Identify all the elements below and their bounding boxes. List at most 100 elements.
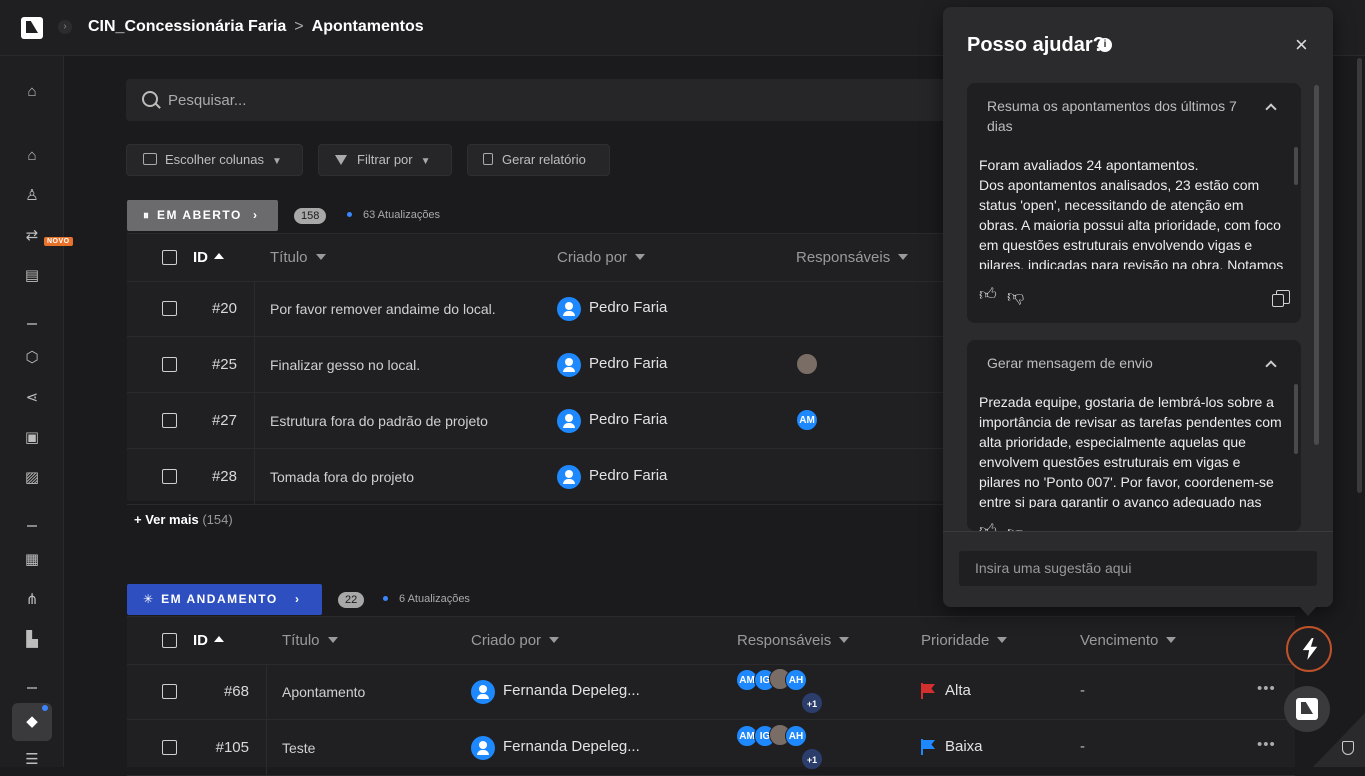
select-all-checkbox[interactable] [162,633,177,648]
choose-columns-button[interactable]: Escolher colunas ▼ [126,144,303,176]
user-avatar-icon [557,465,581,489]
exit-door-icon[interactable]: ⌂ [22,82,42,102]
assistant-title: Posso ajudar? [967,34,1105,56]
thumbs-up-icon[interactable]: 👍︎ [979,522,999,532]
assignee-avatar[interactable]: AH [785,725,807,747]
sort-icon [327,637,338,644]
row-checkbox[interactable] [162,469,177,484]
col-created-by[interactable]: Criado por [557,249,646,266]
col-priority[interactable]: Prioridade [921,632,1008,649]
copy-icon[interactable] [1272,290,1290,307]
close-icon[interactable]: × [1295,34,1308,56]
search-input[interactable]: Pesquisar... [168,92,246,109]
thumbs-up-icon[interactable]: 👍︎ [979,286,999,304]
select-all-checkbox[interactable] [162,250,177,265]
checklist-icon[interactable]: ☰ [22,750,42,770]
see-more-link[interactable]: + Ver mais (154) [134,512,233,527]
chevron-up-icon[interactable] [1265,103,1277,115]
col-assignees[interactable]: Responsáveis [796,249,909,266]
panel-scrollbar[interactable] [1314,85,1319,445]
col-created-by[interactable]: Criado por [471,632,560,649]
chevron-up-icon[interactable] [1265,360,1277,372]
thumbs-down-icon[interactable]: 👎︎ [1007,524,1027,532]
created-by: Pedro Faria [589,299,668,316]
assignee-avatar[interactable] [796,353,818,375]
assignee-avatar[interactable]: AM [796,409,818,431]
card-question[interactable]: Resuma os apontamentos dos últimos 7 dia… [987,96,1257,136]
row-checkbox[interactable] [162,684,177,699]
shield-check-icon[interactable] [1342,741,1354,755]
table-row[interactable]: #27 Estrutura fora do padrão de projeto … [127,393,944,449]
divider [266,664,267,719]
col-title[interactable]: Título [282,632,338,649]
row-title[interactable]: Tomada fora do projeto [270,469,414,485]
assistant-button[interactable] [1286,626,1332,672]
col-assignees[interactable]: Responsáveis [737,632,850,649]
translate-icon[interactable]: ⇄ [22,226,42,246]
breadcrumb-page: Apontamentos [311,18,424,35]
info-icon[interactable]: i [1098,38,1112,52]
page-scrollbar[interactable] [1357,58,1362,493]
row-id: #25 [211,356,237,373]
hierarchy-icon[interactable]: ⋔ [22,590,42,610]
table-header: ID Título Criado por Responsáveis Priori… [127,617,1295,665]
filter-label: Filtrar por [357,152,413,167]
table-row[interactable]: #20 Por favor remover andaime do local. … [127,281,944,337]
table-row[interactable]: #28 Tomada fora do projeto Pedro Faria [127,449,944,505]
breadcrumb-project[interactable]: CIN_Concessionária Faria [88,18,286,35]
filter-button[interactable]: Filtrar por ▼ [318,144,452,176]
col-due[interactable]: Vencimento [1080,632,1177,649]
row-title[interactable]: Finalizar gesso no local. [270,357,420,373]
row-title[interactable]: Teste [282,740,315,756]
table-row[interactable]: #68 Apontamento Fernanda Depeleg... AM I… [127,664,1295,720]
status-tab-open[interactable]: ⏸ EM ABERTO › [127,200,278,231]
status-tab-in-progress[interactable]: ✳ EM ANDAMENTO › [127,584,322,615]
card-scrollbar[interactable] [1294,384,1298,454]
bar-chart-icon[interactable]: ▙ [22,630,42,650]
updates-count[interactable]: 6 Atualizações [383,593,470,605]
table-row[interactable]: #105 Teste Fernanda Depeleg... AM IG AH … [127,720,1295,776]
more-assignees-badge[interactable]: +1 [801,692,823,714]
app-logo-icon[interactable] [21,17,43,39]
updates-count[interactable]: 63 Atualizações [347,209,440,221]
row-checkbox[interactable] [162,357,177,372]
home-icon[interactable]: ⌂ [22,146,42,166]
share-icon[interactable]: ⋖ [22,388,42,408]
row-checkbox[interactable] [162,413,177,428]
table-row[interactable]: #25 Finalizar gesso no local. Pedro Fari… [127,337,944,393]
assistant-panel: Posso ajudar? i × Resuma os apontamentos… [943,7,1333,607]
card-scrollbar[interactable] [1294,147,1298,185]
tag-icon[interactable]: ◆ [22,712,42,732]
calendar-icon[interactable]: ▦ [22,550,42,570]
spinner-icon: ✳ [143,592,154,606]
col-title[interactable]: Título [270,249,326,266]
card-question[interactable]: Gerar mensagem de envio [987,353,1257,373]
count-badge: 22 [338,592,365,608]
row-title[interactable]: Por favor remover andaime do local. [270,301,496,317]
row-checkbox[interactable] [162,740,177,755]
assignee-avatar[interactable]: AH [785,669,807,691]
photo-icon[interactable]: ▨ [22,468,42,488]
generate-report-button[interactable]: Gerar relatório [467,144,610,176]
row-title[interactable]: Estrutura fora do padrão de projeto [270,413,488,429]
col-id[interactable]: ID [193,632,224,649]
see-more-count: (154) [202,512,233,527]
expand-chevron-icon[interactable]: › [58,20,72,34]
divider [254,393,255,448]
more-options-icon[interactable]: ••• [1257,680,1276,697]
image-search-icon[interactable]: ▣ [22,428,42,448]
search-bar[interactable]: Pesquisar... [126,79,1026,121]
thumbs-down-icon[interactable]: 👎︎ [1007,288,1027,306]
worker-icon[interactable]: ♙ [22,186,42,206]
priority-label: Alta [945,682,971,699]
open-issues-table: ID Título Criado por Responsáveis #20 Po… [127,233,944,505]
row-title[interactable]: Apontamento [282,684,365,700]
more-options-icon[interactable]: ••• [1257,736,1276,753]
col-id[interactable]: ID [193,249,224,266]
document-list-icon[interactable]: ▤ [22,266,42,286]
suggestion-input[interactable]: Insira uma sugestão aqui [959,551,1317,586]
user-avatar-icon [471,680,495,704]
cube-icon[interactable]: ⬡ [22,348,42,368]
app-launcher-button[interactable] [1284,686,1330,732]
row-checkbox[interactable] [162,301,177,316]
